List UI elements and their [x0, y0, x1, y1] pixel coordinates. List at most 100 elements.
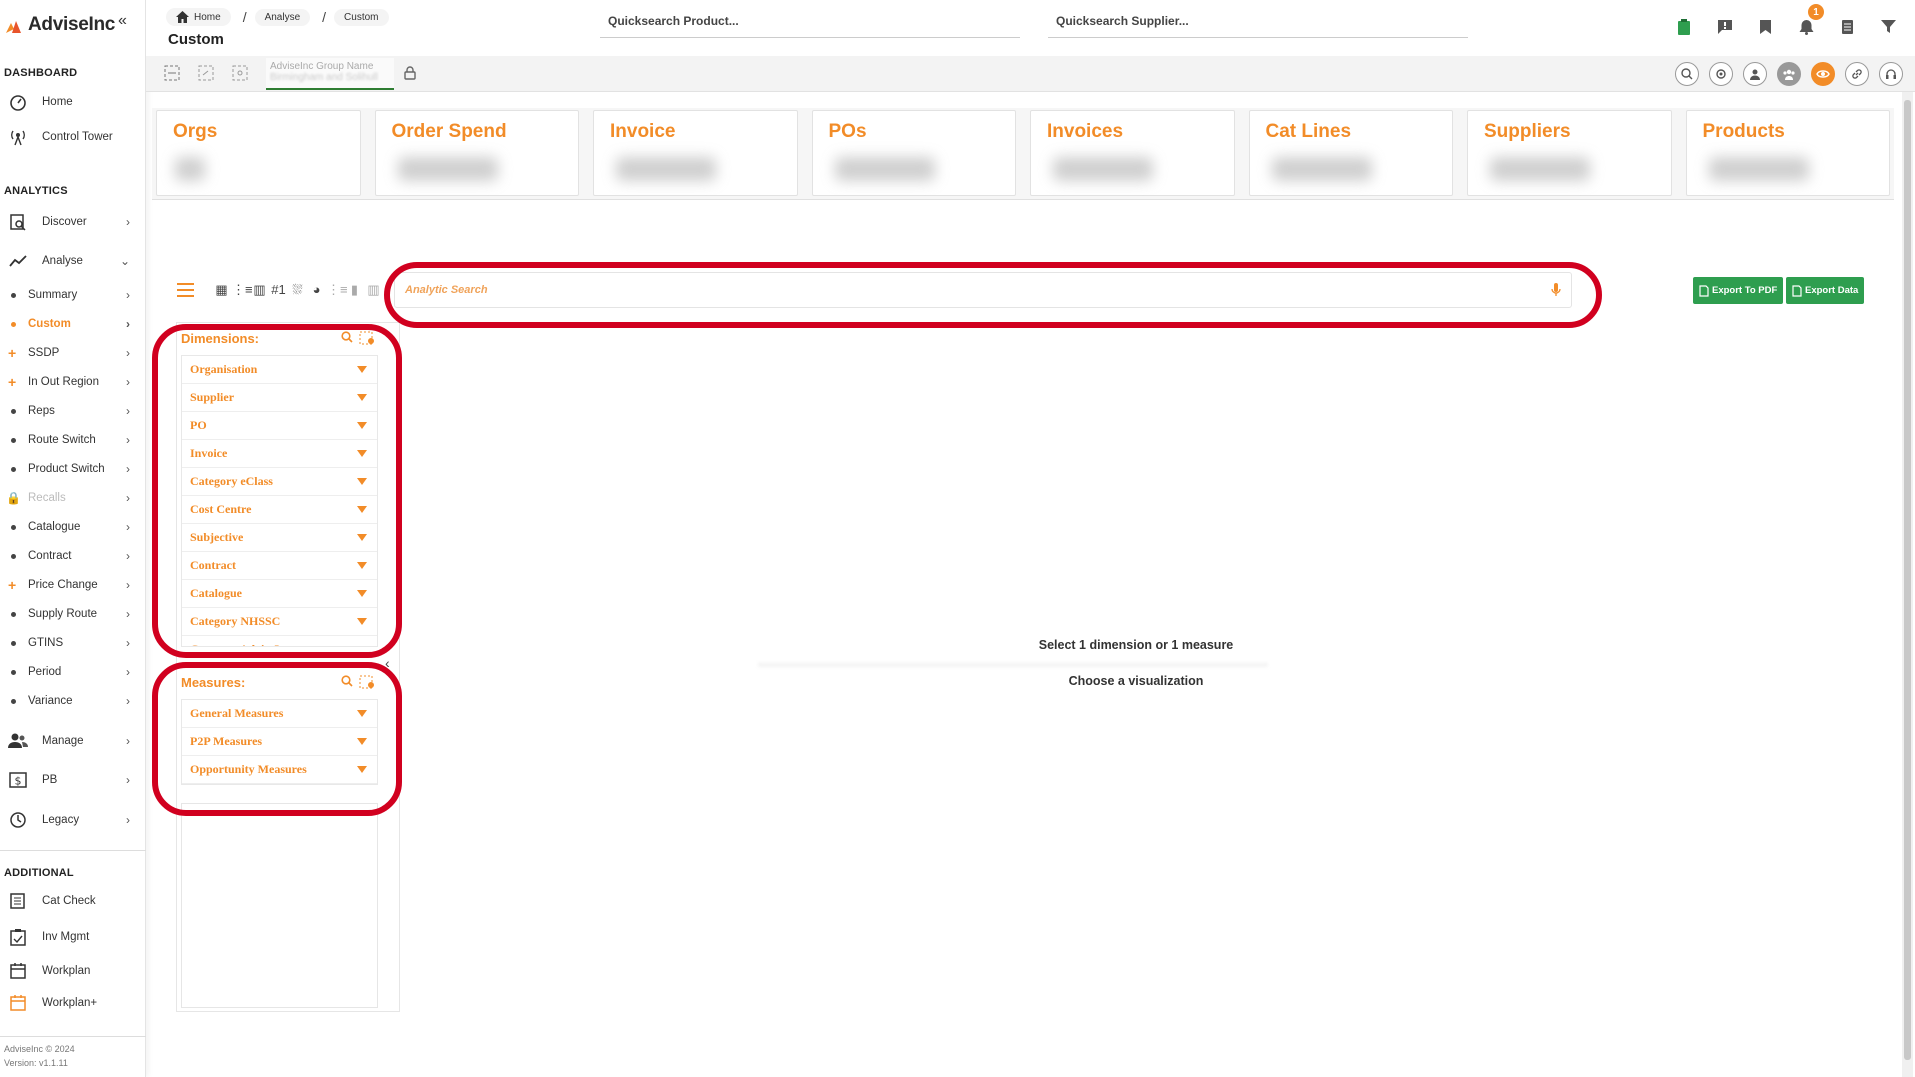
select-clear-icon[interactable]	[232, 65, 248, 86]
selection-drop-zone[interactable]	[181, 803, 378, 1008]
dimension-contract[interactable]: Contract	[182, 552, 377, 580]
microphone-icon[interactable]	[1551, 283, 1561, 302]
sidebar-subitem-summary[interactable]: Summary ›	[0, 284, 140, 306]
org-selector[interactable]: AdviseInc Group Name Birmingham and Soli…	[266, 58, 394, 90]
table-icon[interactable]: ▦	[213, 282, 230, 298]
kpi-value-redacted	[616, 157, 716, 181]
sidebar-item-analyse[interactable]: Analyse ⌄	[0, 248, 140, 274]
sidebar-item-workplan-plus[interactable]: Workplan+	[0, 990, 140, 1016]
sidebar-item-discover[interactable]: Discover ›	[0, 209, 140, 235]
sidebar-item-cat-check[interactable]: Cat Check	[0, 888, 140, 914]
dimension-category-nhssc[interactable]: Category NHSSC	[182, 608, 377, 636]
sidebar-item-pb[interactable]: $ PB ›	[0, 767, 140, 793]
measure-general-measures[interactable]: General Measures	[182, 700, 377, 728]
sidebar-subitem-price-change[interactable]: + Price Change ›	[0, 574, 140, 596]
clear-selection-icon[interactable]	[359, 675, 375, 692]
stacked-chart-icon[interactable]: ▥	[365, 282, 382, 298]
dimension-po[interactable]: PO	[182, 412, 377, 440]
pivot-icon[interactable]: ⋮≡	[232, 282, 253, 298]
kpi-card-orgs[interactable]: Orgs	[156, 110, 361, 196]
sidebar-subitem-ssdp[interactable]: + SSDP ›	[0, 342, 140, 364]
eye-icon[interactable]	[1811, 62, 1835, 86]
kpi-card-cat-lines[interactable]: Cat Lines	[1248, 110, 1453, 196]
clear-selection-icon[interactable]	[359, 331, 375, 348]
measure-opportunity-measures[interactable]: Opportunity Measures	[182, 756, 377, 784]
collapse-panel-icon[interactable]: ‹	[385, 655, 390, 671]
dimension-catalogue[interactable]: Catalogue	[182, 580, 377, 608]
logo[interactable]: AdviseInc	[4, 14, 115, 36]
quicksearch-supplier-input[interactable]: Quicksearch Supplier...	[1048, 10, 1468, 38]
pie-chart-icon[interactable]: ◕	[308, 282, 325, 298]
list-chart-icon[interactable]: ⋮≡	[327, 282, 348, 298]
sidebar-subitem-recalls[interactable]: 🔒 Recalls ›	[0, 487, 140, 509]
search-icon[interactable]	[341, 331, 353, 348]
kpi-card-order-spend[interactable]: Order Spend	[374, 110, 579, 196]
target-icon[interactable]	[1709, 62, 1733, 86]
lock-icon[interactable]	[404, 66, 416, 85]
search-icon[interactable]	[1675, 62, 1699, 86]
message-icon[interactable]	[1712, 14, 1737, 39]
breadcrumb-home[interactable]: Home	[166, 8, 231, 26]
scrollbar-thumb[interactable]	[1904, 100, 1911, 1060]
dimension-label: Cost Centre	[190, 502, 252, 516]
kpi-card-products[interactable]: Products	[1685, 110, 1890, 196]
sidebar-item-workplan[interactable]: Workplan	[0, 958, 140, 984]
sidebar-subitem-gtins[interactable]: GTINS ›	[0, 632, 140, 654]
bar-chart-icon[interactable]: ▥	[251, 282, 268, 298]
menu-icon[interactable]	[177, 283, 194, 297]
sidebar-subitem-catalogue[interactable]: Catalogue ›	[0, 516, 140, 538]
sidebar-subitem-product-switch[interactable]: Product Switch ›	[0, 458, 140, 480]
sidebar-subitem-period[interactable]: Period ›	[0, 661, 140, 683]
dimension-cost-centre[interactable]: Cost Centre	[182, 496, 377, 524]
sidebar-item-legacy[interactable]: Legacy ›	[0, 807, 140, 833]
sidebar-subitem-in-out-region[interactable]: + In Out Region ›	[0, 371, 140, 393]
sidebar-subitem-custom[interactable]: Custom ›	[0, 313, 140, 335]
clipboard-green-icon[interactable]	[1671, 14, 1696, 39]
kpi-card-invoice[interactable]: Invoice	[593, 110, 798, 196]
quicksearch-product-input[interactable]: Quicksearch Product...	[600, 10, 1020, 38]
kpi-number-icon[interactable]: #1	[270, 282, 287, 298]
bullet-icon	[11, 669, 16, 675]
sidebar-item-inv-mgmt[interactable]: Inv Mgmt	[0, 924, 140, 950]
dimension-invoice[interactable]: Invoice	[182, 440, 377, 468]
kpi-card-suppliers[interactable]: Suppliers	[1467, 110, 1672, 196]
column-chart-icon[interactable]: ▮	[346, 282, 363, 298]
link-icon[interactable]	[1845, 62, 1869, 86]
select-forward-icon[interactable]	[198, 65, 214, 86]
dimension-category-eclass[interactable]: Category eClass	[182, 468, 377, 496]
sidebar-item-control-tower[interactable]: Control Tower	[0, 124, 140, 150]
sidebar-subitem-contract[interactable]: Contract ›	[0, 545, 140, 567]
sidebar-item-home[interactable]: Home	[0, 89, 140, 115]
page-scrollbar[interactable]	[1902, 92, 1913, 1077]
clipboard-icon	[8, 927, 28, 947]
dimension-organisation[interactable]: Organisation	[182, 356, 377, 384]
search-icon[interactable]	[341, 675, 353, 692]
breadcrumb-custom[interactable]: Custom	[334, 8, 389, 26]
document-icon[interactable]	[1835, 14, 1860, 39]
export-pdf-button[interactable]: Export To PDF	[1693, 277, 1784, 304]
dimension-category-adviseinc[interactable]: Category AdviseInc	[182, 636, 377, 646]
scatter-icon[interactable]: ⛆	[289, 282, 306, 298]
dimension-supplier[interactable]: Supplier	[182, 384, 377, 412]
breadcrumb-analyse[interactable]: Analyse	[254, 8, 311, 26]
sidebar-subitem-route-switch[interactable]: Route Switch ›	[0, 429, 140, 451]
sidebar-subitem-variance[interactable]: Variance ›	[0, 690, 140, 712]
sidebar-collapse-icon[interactable]: «	[118, 12, 127, 30]
export-data-button[interactable]: Export Data	[1786, 277, 1865, 304]
sidebar-subitem-reps[interactable]: Reps ›	[0, 400, 140, 422]
analytic-search-input[interactable]: Analytic Search	[394, 272, 1572, 308]
user-icon[interactable]	[1743, 62, 1767, 86]
kpi-value-redacted	[397, 157, 498, 181]
kpi-card-pos[interactable]: POs	[811, 110, 1016, 196]
dimension-subjective[interactable]: Subjective	[182, 524, 377, 552]
group-icon[interactable]	[1777, 62, 1801, 86]
measure-p2p-measures[interactable]: P2P Measures	[182, 728, 377, 756]
bell-icon[interactable]: 1	[1794, 4, 1824, 39]
bookmark-icon[interactable]	[1753, 14, 1778, 39]
headset-icon[interactable]	[1879, 62, 1903, 86]
sidebar-item-manage[interactable]: Manage ›	[0, 728, 140, 754]
filter-icon[interactable]	[1876, 14, 1901, 39]
kpi-card-invoices[interactable]: Invoices	[1030, 110, 1235, 196]
select-region-icon[interactable]	[164, 65, 180, 86]
sidebar-subitem-supply-route[interactable]: Supply Route ›	[0, 603, 140, 625]
